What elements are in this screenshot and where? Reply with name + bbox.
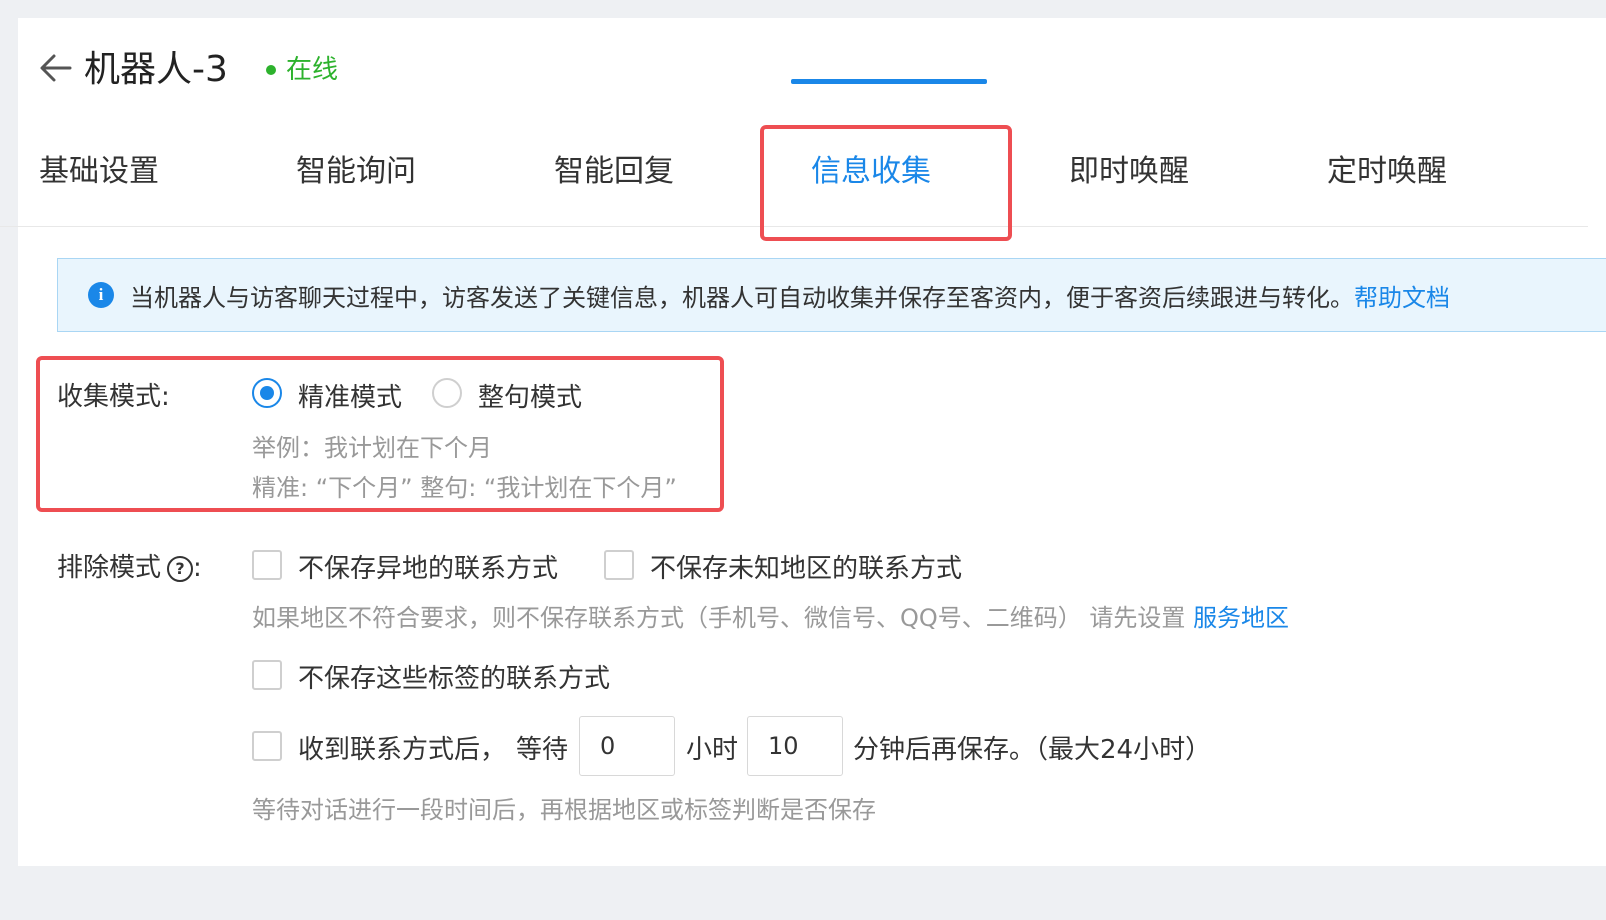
- help-doc-link[interactable]: 帮助文档: [1354, 278, 1450, 313]
- delay-prefix-label: 收到联系方式后，: [298, 735, 507, 765]
- minutes-input[interactable]: [747, 716, 843, 776]
- exclude-remote-checkbox[interactable]: [252, 550, 282, 580]
- region-hint-text: 如果地区不符合要求，则不保存联系方式（手机号、微信号、QQ号、二维码） 请先设置: [252, 604, 1186, 632]
- status-text: 在线: [286, 55, 339, 85]
- exclude-mode-colon: :: [193, 553, 202, 583]
- sentence-mode-radio[interactable]: [432, 378, 462, 408]
- exclude-mode-label-text: 排除模式: [57, 553, 162, 583]
- status-dot-icon: [266, 65, 276, 75]
- page-title: 机器人-3: [84, 49, 228, 90]
- exclude-remote-label[interactable]: 不保存异地的联系方式: [298, 548, 558, 585]
- sentence-mode-label[interactable]: 整句模式: [478, 377, 582, 414]
- tab-smart-reply[interactable]: 智能回复: [554, 142, 674, 202]
- region-hint: 如果地区不符合要求，则不保存联系方式（手机号、微信号、QQ号、二维码） 请先设置…: [252, 598, 1289, 633]
- banner-text: 当机器人与访客聊天过程中，访客发送了关键信息，机器人可自动收集并保存至客资内，便…: [130, 283, 1354, 312]
- exclude-mode-label: 排除模式?:: [57, 547, 202, 584]
- tab-basic-settings[interactable]: 基础设置: [39, 142, 159, 202]
- collect-mode-example-detail: 精准: “下个月” 整句: “我计划在下个月”: [252, 474, 677, 502]
- tab-scheduled-wakeup[interactable]: 定时唤醒: [1327, 142, 1447, 202]
- info-banner: i 当机器人与访客聊天过程中，访客发送了关键信息，机器人可自动收集并保存至客资内…: [57, 258, 1606, 332]
- exclude-tags-label[interactable]: 不保存这些标签的联系方式: [298, 658, 610, 695]
- hours-unit-label: 小时: [686, 735, 739, 765]
- exclude-unknown-region-checkbox[interactable]: [604, 550, 634, 580]
- exclude-unknown-region-label[interactable]: 不保存未知地区的联系方式: [650, 548, 962, 585]
- tab-instant-wakeup[interactable]: 即时唤醒: [1069, 142, 1189, 202]
- precise-mode-label[interactable]: 精准模式: [298, 377, 402, 414]
- status-badge: 在线: [266, 52, 338, 88]
- delay-hint: 等待对话进行一段时间后，再根据地区或标签判断是否保存: [252, 796, 876, 824]
- info-icon: i: [88, 282, 114, 308]
- help-circle-icon[interactable]: ?: [167, 556, 194, 582]
- service-region-link[interactable]: 服务地区: [1193, 604, 1289, 632]
- back-arrow-icon[interactable]: [38, 50, 74, 86]
- tab-smart-inquiry[interactable]: 智能询问: [296, 142, 416, 202]
- exclude-tags-checkbox[interactable]: [252, 660, 282, 690]
- tab-bar: 基础设置 智能询问 智能回复 信息收集 即时唤醒 定时唤醒: [0, 142, 1588, 227]
- precise-mode-radio[interactable]: [252, 378, 282, 408]
- active-tab-underline: [791, 79, 987, 84]
- minutes-suffix-label: 分钟后再保存。（最大24小时）: [853, 735, 1212, 765]
- delay-wait-label: 等待: [516, 735, 569, 765]
- delay-save-checkbox[interactable]: [252, 731, 282, 761]
- tab-info-collection[interactable]: 信息收集: [811, 142, 931, 202]
- collect-mode-example: 举例：我计划在下个月: [252, 434, 492, 462]
- collect-mode-label: 收集模式:: [57, 382, 170, 412]
- hours-input[interactable]: [579, 716, 675, 776]
